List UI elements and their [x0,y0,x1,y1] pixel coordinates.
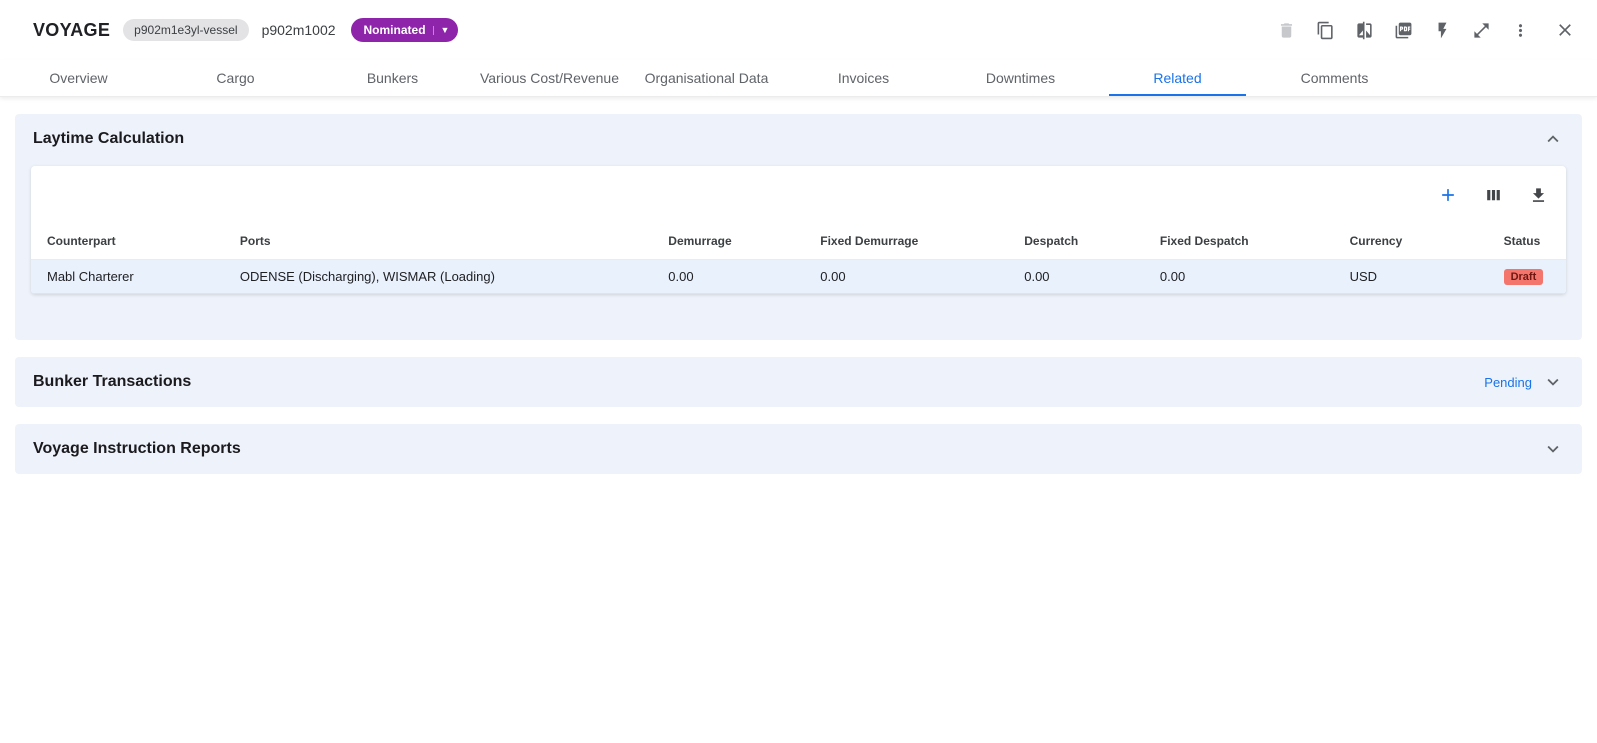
chevron-up-icon[interactable] [1542,128,1564,150]
laytime-panel-header[interactable]: Laytime Calculation [15,114,1582,164]
cell-ports: ODENSE (Discharging), WISMAR (Loading) [232,260,660,294]
cell-despatch: 0.00 [1016,260,1152,294]
voyage-instruction-reports-title: Voyage Instruction Reports [33,440,241,458]
pending-status-text: Pending [1484,375,1532,390]
voyage-instruction-reports-header[interactable]: Voyage Instruction Reports [15,424,1582,474]
voyage-number: p902m1002 [262,22,336,38]
cell-counterpart: Mabl Charterer [31,260,232,294]
vessel-chip: p902m1e3yl-vessel [123,19,248,41]
main-content: Laytime Calculation [0,97,1597,508]
more-icon[interactable] [1508,18,1532,42]
table-header-row: Counterpart Ports Demurrage Fixed Demurr… [31,224,1566,260]
tab-comments[interactable]: Comments [1256,60,1413,96]
laytime-calculation-panel: Laytime Calculation [15,114,1582,340]
expand-icon[interactable] [1469,18,1493,42]
close-icon[interactable] [1553,18,1577,42]
tab-various-cost-revenue[interactable]: Various Cost/Revenue [471,60,628,96]
voyage-header: VOYAGE p902m1e3yl-vessel p902m1002 Nomin… [0,0,1597,60]
page-title: VOYAGE [33,20,110,41]
column-header-fixed-demurrage: Fixed Demurrage [812,224,1016,260]
laytime-panel-title: Laytime Calculation [33,130,184,148]
bunker-transactions-header[interactable]: Bunker Transactions Pending [15,357,1582,407]
tab-related[interactable]: Related [1099,60,1256,96]
flash-icon[interactable] [1430,18,1454,42]
chevron-down-icon[interactable] [1542,371,1564,393]
tab-invoices[interactable]: Invoices [785,60,942,96]
laytime-table-card: Counterpart Ports Demurrage Fixed Demurr… [31,166,1566,294]
chevron-down-icon[interactable] [1542,438,1564,460]
column-header-ports: Ports [232,224,660,260]
cell-currency: USD [1342,260,1496,294]
status-dropdown-button[interactable]: Nominated ▼ [351,18,459,42]
status-dropdown-label: Nominated [364,23,426,37]
cell-status: Draft [1496,260,1566,294]
tab-bar: Overview Cargo Bunkers Various Cost/Reve… [0,60,1597,97]
download-icon[interactable] [1526,183,1550,207]
tab-downtimes[interactable]: Downtimes [942,60,1099,96]
pdf-icon[interactable] [1391,18,1415,42]
column-header-currency: Currency [1342,224,1496,260]
compare-icon[interactable] [1352,18,1376,42]
laytime-panel-body: Counterpart Ports Demurrage Fixed Demurr… [15,164,1582,340]
voyage-instruction-reports-panel: Voyage Instruction Reports [15,424,1582,474]
column-header-demurrage: Demurrage [660,224,812,260]
column-header-despatch: Despatch [1016,224,1152,260]
chevron-down-icon: ▼ [433,26,450,35]
tab-cargo[interactable]: Cargo [157,60,314,96]
column-header-status: Status [1496,224,1566,260]
cell-fixed-demurrage: 0.00 [812,260,1016,294]
delete-icon[interactable] [1274,18,1298,42]
tab-overview[interactable]: Overview [0,60,157,96]
laytime-table: Counterpart Ports Demurrage Fixed Demurr… [31,224,1566,294]
laytime-table-toolbar [31,166,1566,224]
tab-organisational-data[interactable]: Organisational Data [628,60,785,96]
table-row[interactable]: Mabl Charterer ODENSE (Discharging), WIS… [31,260,1566,294]
copy-icon[interactable] [1313,18,1337,42]
tab-bunkers[interactable]: Bunkers [314,60,471,96]
toolbar-icons [1274,18,1577,42]
status-badge: Draft [1504,269,1544,285]
bunker-transactions-title: Bunker Transactions [33,373,191,391]
column-header-counterpart: Counterpart [31,224,232,260]
cell-demurrage: 0.00 [660,260,812,294]
cell-fixed-despatch: 0.00 [1152,260,1342,294]
column-header-fixed-despatch: Fixed Despatch [1152,224,1342,260]
add-icon[interactable] [1436,183,1460,207]
columns-icon[interactable] [1481,183,1505,207]
bunker-transactions-panel: Bunker Transactions Pending [15,357,1582,407]
